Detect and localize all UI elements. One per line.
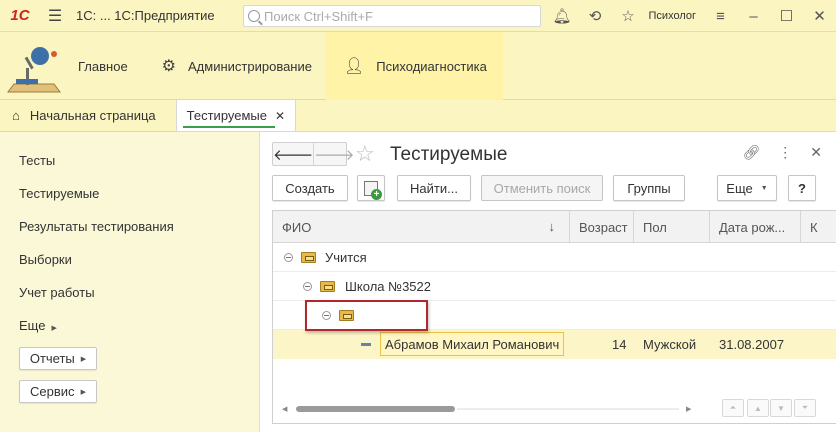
groups-button[interactable]: Группы — [613, 175, 685, 201]
link-icon[interactable]: 🔗︎ — [742, 144, 760, 161]
close-form-icon[interactable]: ✕ — [810, 144, 822, 161]
tab-testees[interactable]: Тестируемые ✕ — [175, 100, 297, 131]
item-icon — [361, 343, 371, 346]
form-title: Тестируемые — [390, 144, 508, 165]
nav-more[interactable]: Еще ▶ — [19, 318, 57, 333]
triangle-right-icon: ▶ — [80, 388, 86, 396]
column-birthdate[interactable]: Дата рож... — [710, 211, 801, 243]
nav-item-test-results[interactable]: Результаты тестирования — [19, 219, 174, 234]
sections-panel: Главное ⚙ Администрирование 👤︎ Психодиаг… — [0, 32, 836, 100]
more-button[interactable]: Еще ▼ — [717, 175, 777, 201]
find-button[interactable]: Найти... — [397, 175, 471, 201]
horizontal-scrollbar[interactable]: ◀ ▶ — [272, 403, 692, 415]
cancel-search-button[interactable]: Отменить поиск — [481, 175, 603, 201]
history-navigation: 🡐 🡒 — [272, 142, 354, 166]
reports-button-label: Отчеты — [29, 351, 75, 366]
search-icon — [248, 10, 260, 22]
column-sex[interactable]: Пол — [634, 211, 710, 243]
close-tab-icon[interactable]: ✕ — [275, 109, 285, 123]
fio-cell[interactable]: Абрамов Михаил Романович — [380, 332, 565, 356]
navigation-panel: Тесты Тестируемые Результаты тестировани… — [0, 132, 260, 432]
group-name: Учится — [325, 250, 367, 265]
add-folder-icon — [364, 180, 382, 200]
close-icon[interactable]: ✕ — [803, 7, 836, 25]
nav-item-testees[interactable]: Тестируемые — [19, 186, 99, 201]
sex-cell: Мужской — [643, 337, 697, 352]
collapse-icon[interactable] — [303, 282, 312, 291]
form-tools: 🔗︎ ⋮ ✕ — [724, 144, 822, 161]
column-fio-label: ФИО — [282, 219, 312, 235]
service-button[interactable]: Сервис ▶ — [19, 380, 97, 403]
favorite-star-icon[interactable]: ☆ — [355, 141, 375, 167]
triangle-right-icon: ▶ — [80, 355, 87, 363]
table-row[interactable]: Школа №3522 — [273, 272, 836, 301]
tab-testees-label: Тестируемые — [186, 108, 267, 123]
column-age[interactable]: Возраст — [570, 211, 634, 243]
scroll-up-button[interactable]: ▲ — [747, 399, 769, 417]
bell-icon[interactable]: 🔔︎ — [546, 7, 579, 25]
service-button-label: Сервис — [30, 384, 75, 399]
tab-home-label: Начальная страница — [29, 107, 156, 123]
scroll-down-button[interactable]: ▼ — [770, 399, 792, 417]
group-name: Школа №3522 — [345, 279, 431, 294]
section-psychodiagnostics-label: Психодиагностика — [376, 58, 487, 74]
nav-more-label: Еще — [19, 318, 46, 333]
more-actions-icon[interactable]: ⋮ — [778, 144, 792, 161]
open-tabs-bar: ⌂ Начальная страница Тестируемые ✕ — [0, 100, 836, 132]
gear-icon: ⚙ — [161, 58, 177, 75]
help-button[interactable]: ? — [788, 175, 816, 201]
tab-home[interactable]: ⌂ Начальная страница — [0, 99, 172, 131]
nav-item-tests[interactable]: Тесты — [19, 153, 55, 168]
testees-form: 🡐 🡒 ☆ Тестируемые 🔗︎ ⋮ ✕ Создать Найти..… — [261, 132, 836, 432]
scroll-bottom-button[interactable]: ⏷ — [794, 399, 816, 417]
person-icon: 👤︎ — [343, 58, 365, 75]
table-header: ФИО ↓ Возраст Пол Дата рож... К — [273, 211, 836, 243]
triangle-right-icon: ▶ — [51, 325, 57, 332]
1c-logo: 1С — [10, 7, 30, 24]
history-icon[interactable]: ⟲ — [579, 7, 612, 25]
section-administration-label: Администрирование — [188, 58, 312, 74]
scroll-right-icon[interactable]: ▶ — [686, 405, 691, 413]
age-cell: 14 — [612, 337, 627, 352]
collapse-icon[interactable] — [284, 253, 293, 262]
search-placeholder: Поиск Ctrl+Shift+F — [264, 8, 373, 24]
nav-item-samples[interactable]: Выборки — [19, 252, 72, 267]
settings-menu-icon[interactable]: ≡ — [704, 8, 737, 25]
window-title: 1С: ... 1С:Предприятие — [76, 8, 215, 23]
folder-icon — [301, 252, 316, 263]
create-folder-button[interactable] — [357, 175, 385, 201]
table-row[interactable]: Учится — [273, 243, 836, 272]
back-arrow-icon[interactable]: 🡐 — [273, 143, 313, 165]
more-button-label: Еще — [726, 180, 753, 196]
nav-item-work-log[interactable]: Учет работы — [19, 285, 95, 300]
section-administration[interactable]: ⚙ Администрирование — [142, 32, 326, 100]
reports-button[interactable]: Отчеты ▶ — [19, 347, 97, 370]
folder-icon — [320, 281, 335, 292]
scroll-left-icon[interactable]: ◀ — [282, 405, 287, 413]
scrollbar-track[interactable] — [457, 408, 679, 410]
menu-icon[interactable]: ☰ — [40, 0, 70, 32]
user-name[interactable]: Психолог — [649, 10, 696, 22]
birthdate-cell: 31.08.2007 — [719, 337, 785, 352]
minimize-icon[interactable]: – — [737, 8, 770, 25]
section-main-label: Главное — [78, 58, 128, 74]
home-icon: ⌂ — [12, 107, 20, 123]
title-bar: 1С ☰ 1С: ... 1С:Предприятие Поиск Ctrl+S… — [0, 0, 836, 32]
section-main[interactable]: Главное — [70, 32, 142, 100]
scrollbar-thumb[interactable] — [296, 406, 455, 412]
triangle-down-icon: ▼ — [760, 184, 768, 192]
desk-lamp-icon — [0, 32, 70, 100]
highlight-frame — [305, 300, 428, 331]
scroll-top-button[interactable]: ⏶ — [722, 399, 744, 417]
table-row[interactable]: Абрамов Михаил Романович 14 Мужской 31.0… — [273, 330, 836, 359]
section-psychodiagnostics[interactable]: 👤︎ Психодиагностика — [325, 32, 503, 100]
forward-arrow-icon[interactable]: 🡒 — [313, 143, 354, 165]
create-button[interactable]: Создать — [272, 175, 348, 201]
column-k[interactable]: К — [801, 211, 836, 243]
sort-arrow-icon: ↓ — [548, 219, 556, 234]
column-fio[interactable]: ФИО ↓ — [273, 211, 570, 243]
search-input[interactable]: Поиск Ctrl+Shift+F — [243, 5, 541, 27]
maximize-icon[interactable]: ☐ — [770, 7, 803, 25]
star-icon[interactable]: ☆ — [612, 7, 645, 25]
